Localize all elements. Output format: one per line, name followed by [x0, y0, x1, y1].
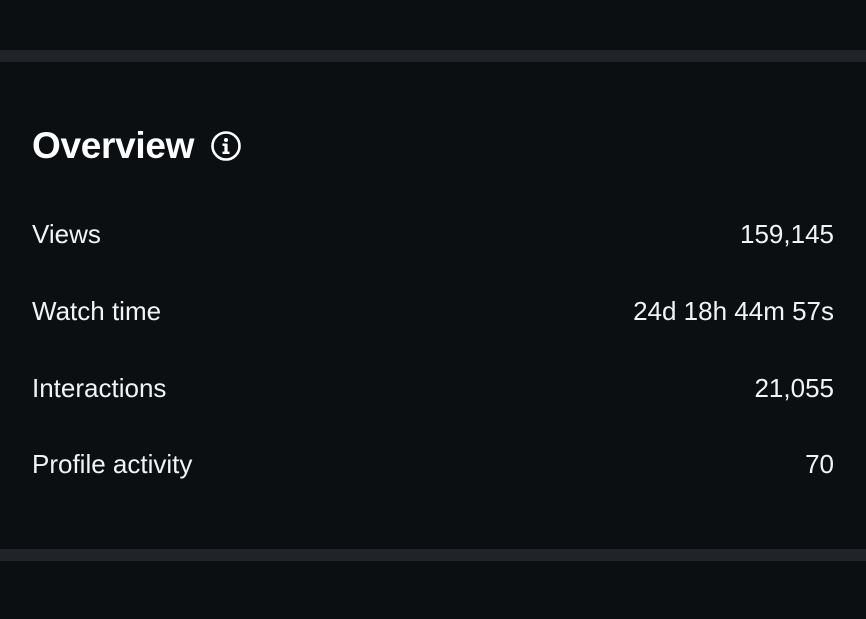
- section-divider-top: [0, 50, 866, 62]
- overview-header: Overview: [32, 122, 242, 170]
- metric-label: Watch time: [32, 295, 162, 326]
- metric-label: Views: [32, 218, 101, 249]
- metric-row-interactions: Interactions 21,055: [32, 368, 834, 408]
- section-divider-bottom: [0, 549, 866, 561]
- overview-title: Overview: [32, 125, 195, 166]
- metric-value: 159,145: [740, 218, 834, 249]
- metric-value: 21,055: [754, 372, 834, 403]
- metric-label: Interactions: [32, 372, 167, 403]
- metric-row-profile-activity: Profile activity 70: [32, 444, 834, 484]
- metric-row-views: Views 159,145: [32, 214, 834, 254]
- metric-value: 70: [805, 448, 834, 479]
- analytics-page: Overview Views 159,145 Watch time 24d 18…: [0, 0, 866, 619]
- metric-label: Profile activity: [32, 448, 193, 479]
- info-icon[interactable]: [210, 130, 242, 162]
- metric-row-watch-time: Watch time 24d 18h 44m 57s: [32, 291, 834, 331]
- metric-value: 24d 18h 44m 57s: [633, 295, 834, 326]
